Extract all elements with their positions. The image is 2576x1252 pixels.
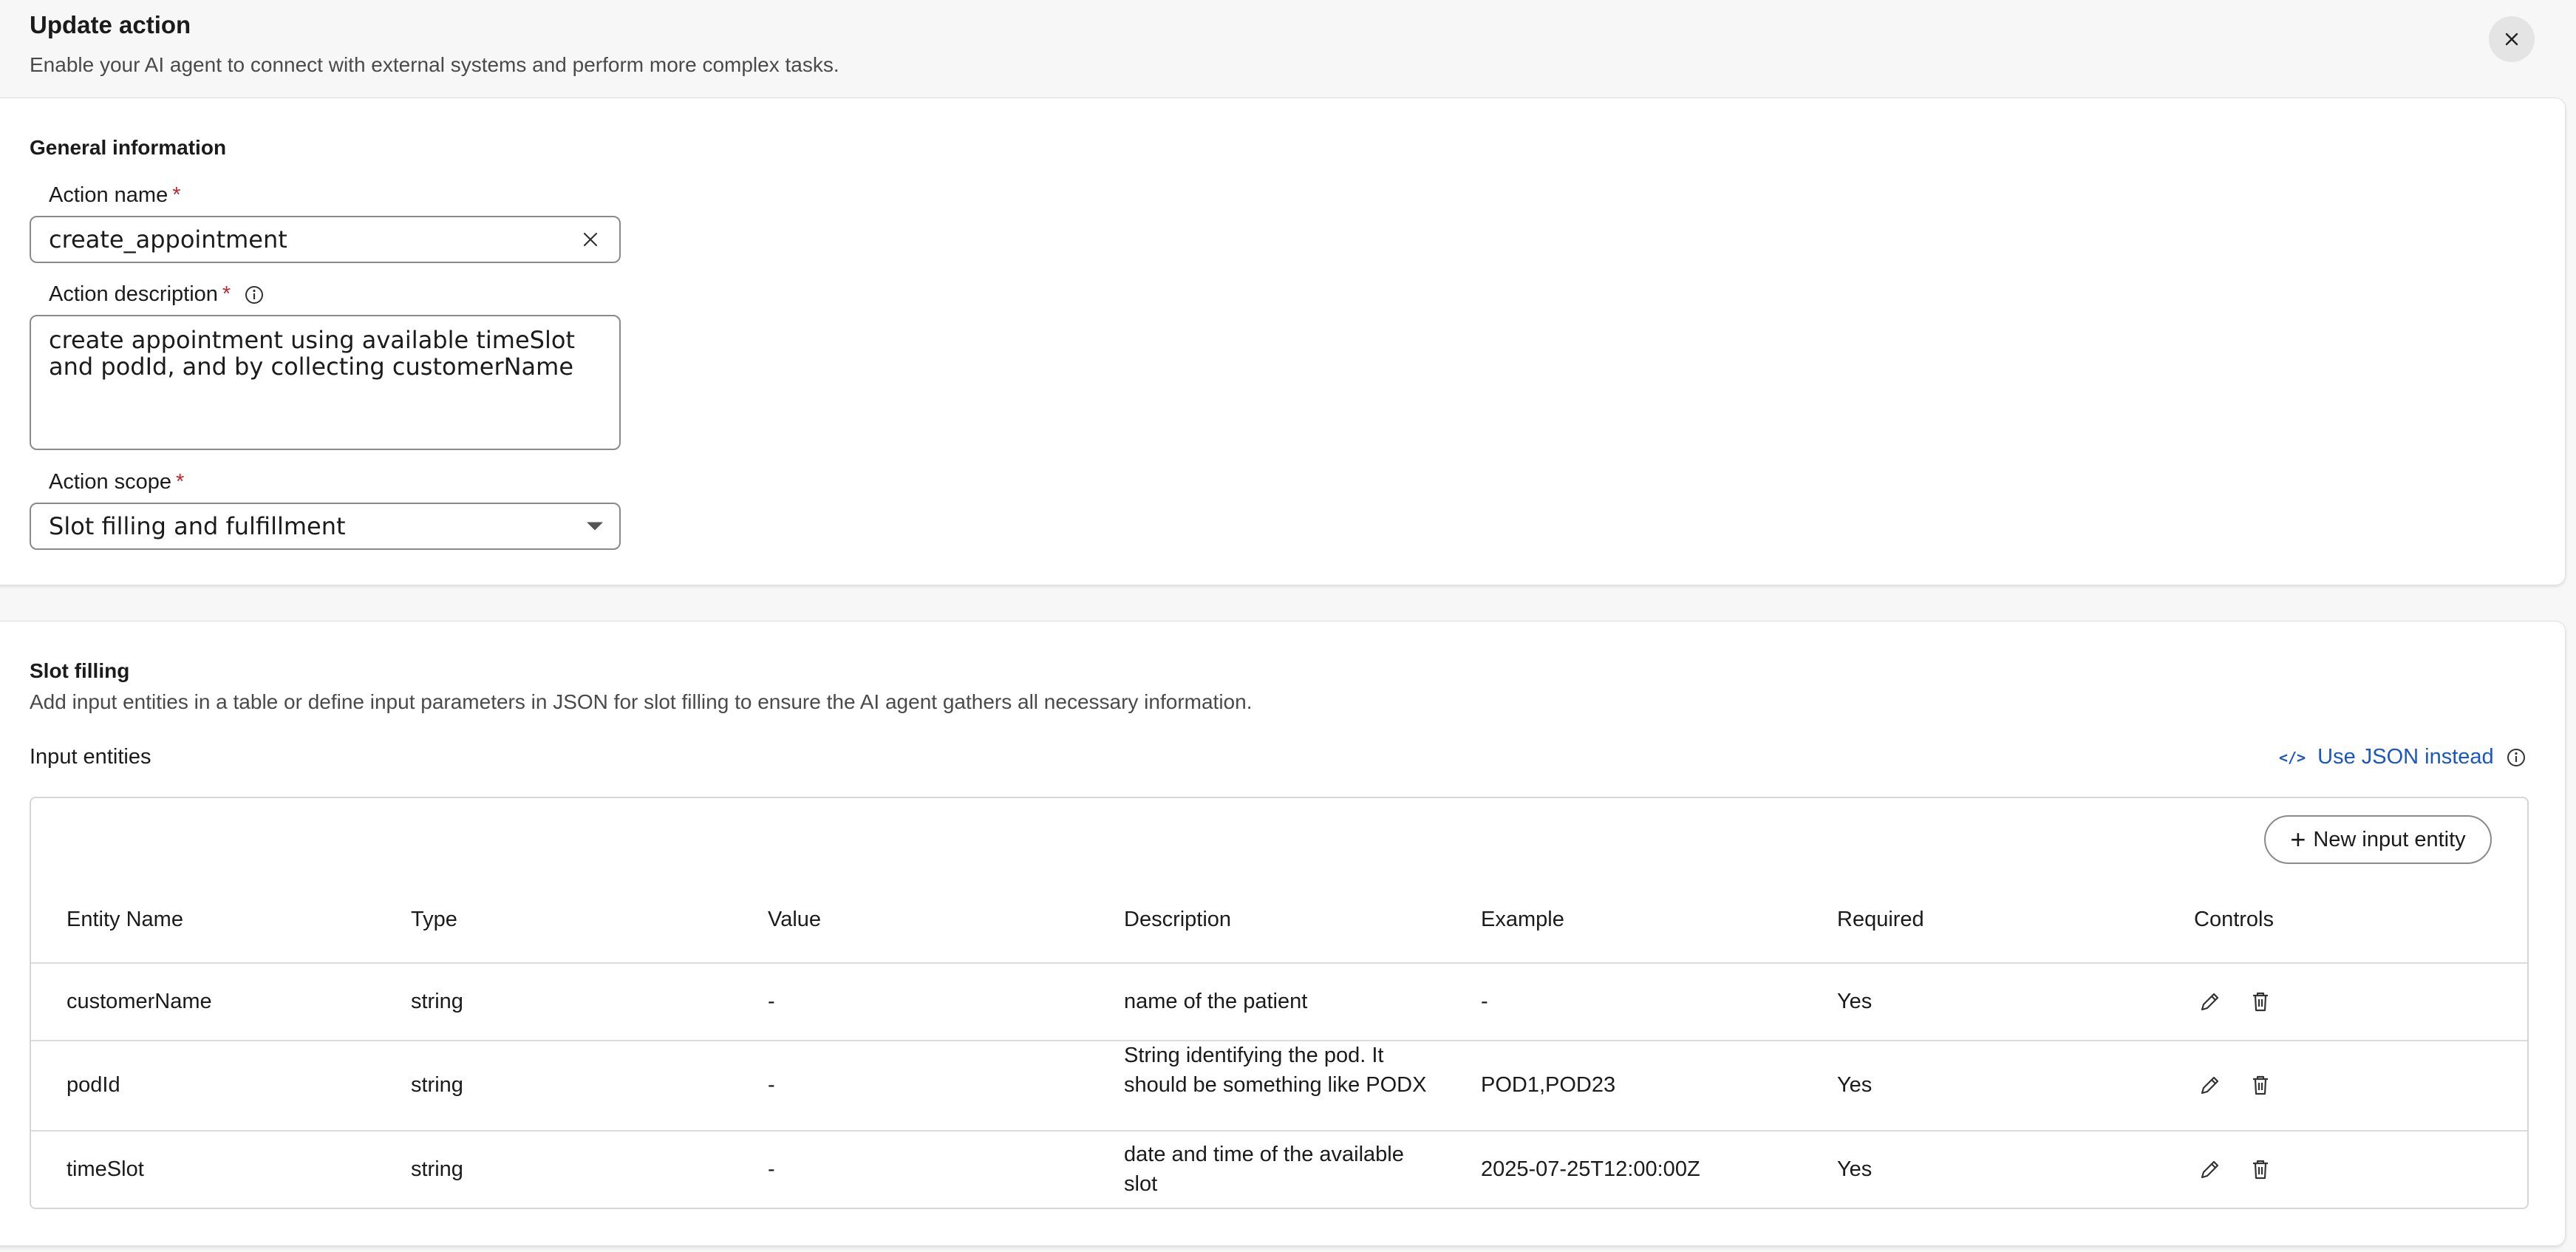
entity-name-cell: podId [67,1073,120,1097]
example-cell: 2025-07-25T12:00:00Z [1481,1157,1700,1181]
trash-icon[interactable] [2249,1073,2272,1097]
value-cell: - [768,990,775,1013]
row-divider [31,1130,2527,1132]
dialog-header: Update action Enable your AI agent to co… [30,10,839,77]
trash-icon[interactable] [2249,1157,2272,1181]
action-name-label: Action name * [49,183,181,208]
example-cell: - [1481,990,1488,1013]
action-scope-label: Action scope * [49,470,184,494]
column-header-required: Required [1837,908,1924,931]
action-scope-value: Slot filling and fulfillment [49,512,346,540]
code-icon: </> [2279,748,2306,766]
slot-filling-title: Slot filling [30,659,130,682]
action-name-input[interactable]: create_appointment [30,216,621,263]
use-json-link-text: Use JSON instead [2317,745,2494,769]
new-input-entity-button[interactable]: + New input entity [2264,815,2492,864]
dialog-subtitle: Enable your AI agent to connect with ext… [30,53,839,76]
close-icon [2505,33,2518,46]
required-cell: Yes [1837,1157,1873,1181]
column-header-type: Type [411,908,457,931]
column-header-controls: Controls [2194,908,2274,931]
action-name-value: create_appointment [49,225,287,254]
row-divider [31,962,2527,964]
plus-icon: + [2290,824,2306,854]
chevron-down-icon [587,522,603,531]
required-cell: Yes [1837,1073,1873,1097]
use-json-link[interactable]: </> Use JSON instead [2279,745,2526,769]
action-name-label-text: Action name [49,183,168,207]
required-marker: * [172,183,181,207]
entity-name-cell: timeSlot [67,1157,144,1181]
close-button[interactable] [2489,16,2535,62]
dialog-title: Update action [30,11,191,38]
input-entities-label: Input entities [30,745,151,769]
entity-name-cell: customerName [67,990,212,1013]
slot-filling-description: Add input entities in a table or define … [30,690,1253,713]
description-cell: name of the patient [1124,990,1308,1013]
action-description-textarea[interactable]: create appointment using available timeS… [30,315,621,450]
info-icon[interactable] [2506,747,2526,768]
action-description-label: Action description * [49,282,265,307]
value-cell: - [768,1073,775,1097]
required-marker: * [176,470,185,494]
action-description-value: create appointment using available timeS… [49,326,575,381]
clear-icon[interactable] [581,230,600,249]
edit-icon[interactable] [2198,1073,2222,1097]
example-cell: POD1,POD23 [1481,1073,1616,1097]
column-header-description: Description [1124,908,1232,931]
column-header-value: Value [768,908,822,931]
column-header-example: Example [1481,908,1564,931]
action-scope-label-text: Action scope [49,470,172,494]
description-cell: date and time of the available slot [1124,1143,1404,1196]
required-cell: Yes [1837,990,1873,1013]
general-information-title: General information [30,136,227,159]
action-scope-select[interactable]: Slot filling and fulfillment [30,503,621,550]
edit-icon[interactable] [2198,1157,2222,1181]
type-cell: string [411,1073,463,1097]
value-cell: - [768,1157,775,1181]
description-cell: String identifying the pod. It should be… [1124,1044,1427,1097]
type-cell: string [411,990,463,1013]
action-description-label-text: Action description [49,282,218,306]
type-cell: string [411,1157,463,1181]
trash-icon[interactable] [2249,990,2272,1013]
edit-icon[interactable] [2198,990,2222,1013]
new-input-entity-label: New input entity [2313,827,2466,851]
column-header-entity-name: Entity Name [67,908,183,931]
info-icon[interactable] [244,285,265,305]
required-marker: * [222,282,231,306]
